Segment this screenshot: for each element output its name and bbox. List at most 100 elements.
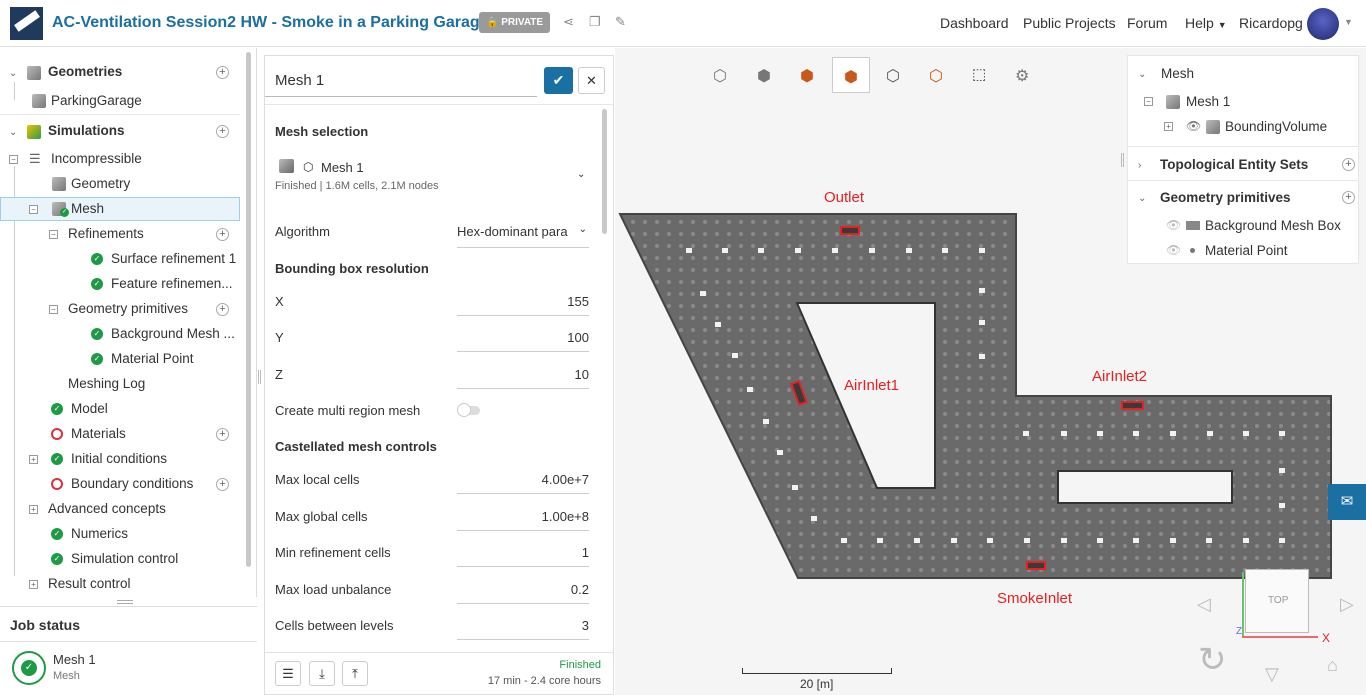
tree-geometries[interactable]: Geometries xyxy=(48,64,122,84)
tree-scrollbar[interactable] xyxy=(246,52,251,567)
tree-materials[interactable]: Materials xyxy=(71,426,126,446)
hexagon-icon: ⬡ xyxy=(303,160,314,174)
eye-icon[interactable]: 👁 xyxy=(1166,243,1181,257)
tree-simulations[interactable]: Simulations xyxy=(48,123,125,143)
scene-topological-sets[interactable]: Topological Entity Sets xyxy=(1160,157,1308,172)
label-smokeinlet: SmokeInlet xyxy=(997,590,1073,607)
scene-mesh-item[interactable]: Mesh 1 xyxy=(1186,94,1230,109)
tree-parkinggarage[interactable]: ParkingGarage xyxy=(51,93,142,113)
mesh-selection-dropdown[interactable]: ⬡ Mesh 1 Finished | 1.6M cells, 2.1M nod… xyxy=(275,151,599,196)
scene-geometry-primitives[interactable]: Geometry primitives xyxy=(1160,190,1291,205)
nav-help[interactable]: Help ▼ xyxy=(1185,15,1227,31)
panel-resize-handle[interactable] xyxy=(258,370,261,384)
chevron-down-icon[interactable]: ⌄ xyxy=(9,68,17,79)
rotate-right-icon[interactable]: ▷ xyxy=(1340,594,1354,615)
tree-material-point[interactable]: Material Point xyxy=(111,351,194,371)
upload-button[interactable]: ⤒ xyxy=(342,661,368,686)
max-global-input[interactable]: 1.00e+8 xyxy=(457,509,589,531)
expand-icon[interactable]: + xyxy=(29,505,38,514)
add-simulation-icon[interactable]: + xyxy=(216,125,229,138)
scene-background-mesh-box[interactable]: Background Mesh Box xyxy=(1205,218,1341,233)
nav-user[interactable]: Ricardopg xyxy=(1239,15,1303,31)
check-icon: ✓ xyxy=(60,208,69,217)
rotate-left-icon[interactable]: ◁ xyxy=(1197,594,1211,615)
scene-panel-resize-handle[interactable] xyxy=(1121,153,1124,167)
close-button[interactable]: ✕ xyxy=(578,67,605,94)
collapse-icon[interactable]: − xyxy=(1144,97,1153,106)
tree-surface-refinement[interactable]: Surface refinement 1 xyxy=(111,251,236,271)
tree-meshing-log[interactable]: Meshing Log xyxy=(68,376,145,396)
collapse-icon[interactable]: − xyxy=(49,230,58,239)
multi-region-toggle[interactable] xyxy=(457,403,480,417)
tree-model[interactable]: Model xyxy=(71,401,108,421)
tree-simulation-control[interactable]: Simulation control xyxy=(71,551,178,571)
z-input[interactable]: 10 xyxy=(457,367,589,389)
tree-result-control[interactable]: Result control xyxy=(48,576,131,596)
check-icon: ✓ xyxy=(91,253,103,265)
chevron-right-icon[interactable]: › xyxy=(1138,160,1141,171)
add-boundary-condition-icon[interactable]: + xyxy=(216,478,229,491)
download-button[interactable]: ⤓ xyxy=(309,661,335,686)
x-input[interactable]: 155 xyxy=(457,294,589,316)
confirm-button[interactable]: ✔ xyxy=(544,67,573,94)
nav-public-projects[interactable]: Public Projects xyxy=(1023,15,1116,31)
add-primitive-icon[interactable]: + xyxy=(1342,191,1355,204)
tree-geometry[interactable]: Geometry xyxy=(71,176,130,196)
list-button[interactable]: ☰ xyxy=(275,661,301,686)
tree-background-mesh[interactable]: Background Mesh ... xyxy=(111,326,235,346)
resize-handle[interactable] xyxy=(117,600,133,604)
expand-icon[interactable]: + xyxy=(29,455,38,464)
simscale-logo[interactable] xyxy=(10,7,43,40)
add-primitive-icon[interactable]: + xyxy=(216,303,229,316)
tree-numerics[interactable]: Numerics xyxy=(71,526,128,546)
scene-bounding-volume[interactable]: BoundingVolume xyxy=(1225,119,1327,134)
panel-scrollbar[interactable] xyxy=(602,109,607,234)
check-icon: ✓ xyxy=(51,553,63,565)
add-geometry-icon[interactable]: + xyxy=(216,66,229,79)
edit-icon[interactable]: ✎ xyxy=(615,14,626,30)
view-cube[interactable]: TOP xyxy=(1245,569,1309,633)
tree-advanced-concepts[interactable]: Advanced concepts xyxy=(48,501,166,521)
collapse-icon[interactable]: − xyxy=(29,205,38,214)
chevron-down-icon[interactable]: ⌄ xyxy=(1138,69,1146,80)
eye-icon[interactable]: 👁 xyxy=(1166,218,1181,232)
algorithm-select[interactable]: Hex-dominant para ⌄ xyxy=(457,224,589,248)
tree-feature-refinement[interactable]: Feature refinemen... xyxy=(111,276,233,296)
chevron-down-icon[interactable]: ▼ xyxy=(1344,17,1353,27)
chevron-down-icon[interactable]: ⌄ xyxy=(1138,193,1146,204)
chevron-down-icon[interactable]: ⌄ xyxy=(9,127,17,138)
avatar[interactable] xyxy=(1307,8,1339,40)
collapse-icon[interactable]: − xyxy=(9,155,18,164)
tree-boundary-conditions[interactable]: Boundary conditions xyxy=(71,476,193,496)
scene-material-point[interactable]: Material Point xyxy=(1205,243,1288,258)
max-local-input[interactable]: 4.00e+7 xyxy=(457,472,589,494)
add-material-icon[interactable]: + xyxy=(216,428,229,441)
copy-icon[interactable]: ❐ xyxy=(589,14,601,30)
cells-between-input[interactable]: 3 xyxy=(457,618,589,640)
add-refinement-icon[interactable]: + xyxy=(216,228,229,241)
tree-refinements[interactable]: Refinements xyxy=(68,226,144,246)
nav-dashboard[interactable]: Dashboard xyxy=(940,15,1009,31)
collapse-icon[interactable]: − xyxy=(49,305,58,314)
min-ref-input[interactable]: 1 xyxy=(457,545,589,567)
add-entity-set-icon[interactable]: + xyxy=(1342,158,1355,171)
y-input[interactable]: 100 xyxy=(457,330,589,352)
home-icon[interactable]: ⌂ xyxy=(1327,655,1338,676)
max-load-input[interactable]: 0.2 xyxy=(457,582,589,604)
tree-geometry-primitives[interactable]: Geometry primitives xyxy=(68,301,188,321)
tree-incompressible[interactable]: Incompressible xyxy=(51,151,142,171)
mesh-name-input[interactable]: Mesh 1 xyxy=(275,72,324,89)
expand-icon[interactable]: + xyxy=(29,580,38,589)
chevron-down-icon: ⌄ xyxy=(577,169,586,180)
job-name[interactable]: Mesh 1 xyxy=(53,652,96,667)
expand-icon[interactable]: + xyxy=(1164,122,1173,131)
rotate-down-icon[interactable]: ▽ xyxy=(1265,664,1279,685)
eye-icon[interactable]: 👁 xyxy=(1186,119,1201,133)
tree-initial-conditions[interactable]: Initial conditions xyxy=(71,451,167,471)
chat-button[interactable]: ✉ xyxy=(1328,484,1366,520)
share-icon[interactable]: ⋖ xyxy=(563,14,574,30)
orbit-icon[interactable]: ↻ xyxy=(1198,640,1227,680)
scene-mesh-header[interactable]: Mesh xyxy=(1161,66,1194,81)
tree-mesh[interactable]: Mesh xyxy=(71,201,104,221)
nav-forum[interactable]: Forum xyxy=(1127,15,1167,31)
